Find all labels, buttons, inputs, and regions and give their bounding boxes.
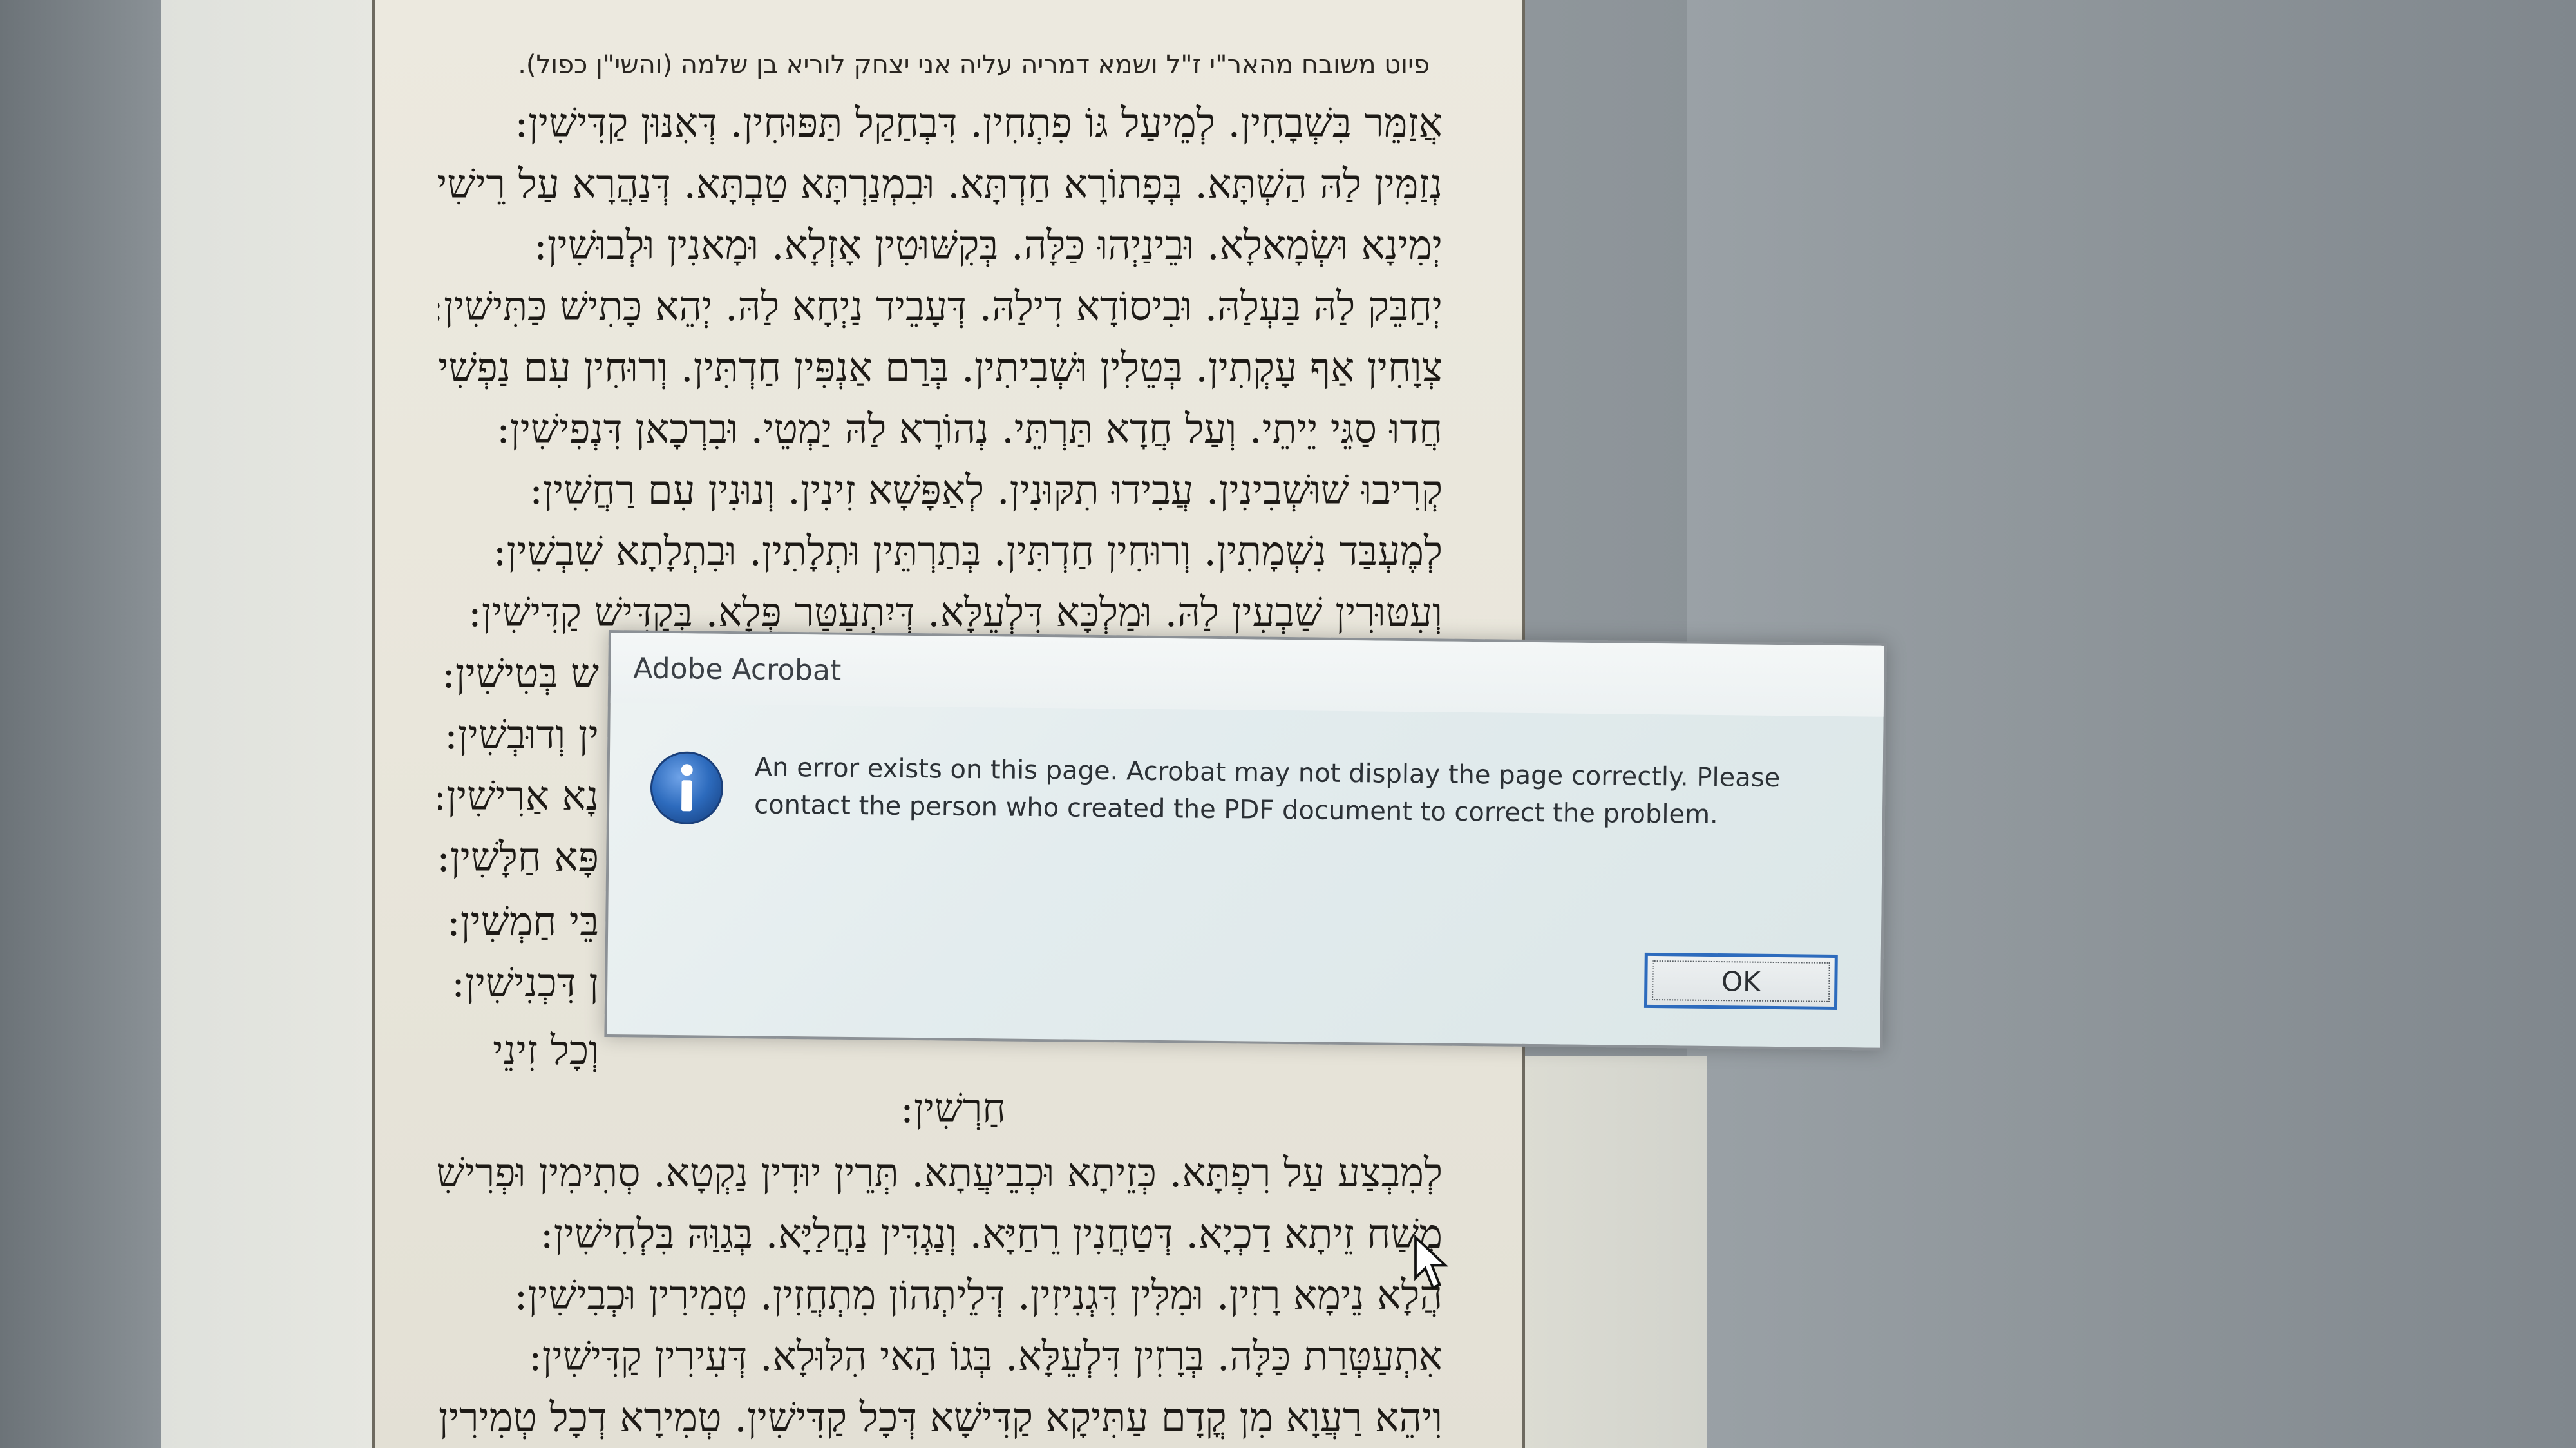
text-line: וְכָל זִינֵי (493, 1031, 599, 1074)
text-line: לְמֶעְבַּד נִשְׁמָתִין. וְרוּחִין חַדְתִ… (493, 531, 1443, 575)
mouse-cursor-icon (1414, 1235, 1449, 1290)
text-line: ן דִּכְנִישִׁין: (451, 963, 599, 1006)
text-line: אֲזַמֵּר בִּשְׁבָחִין. לְמֵיעַל גּוֹ פִת… (515, 103, 1443, 146)
text-line: יְחַבֵּק לַהּ בַּעְלַהּ. וּבִיסוֹדָא דִי… (438, 287, 1443, 330)
text-line: אִתְעַטְּרַת כַּלָּה. בְּרָזִין דִּלְעֵל… (528, 1337, 1443, 1380)
text-line: נְזַמִּין לַהּ הַשְׁתָּא. בְּפָתוֹרָא חַ… (438, 164, 1443, 207)
ok-button[interactable]: OK (1643, 952, 1838, 1011)
text-line: הֲלָא נֵימָא רָזִין. וּמִלִּין דִּגְנִיז… (514, 1275, 1443, 1319)
page-heading: פיוט משובח מהאר"י ז"ל ושמא דמריה עליה אנ… (518, 50, 1430, 80)
text-line: וְעִטּוּרִין שַׁבְעִין לַהּ. וּמַלְכָּא … (468, 593, 1443, 636)
text-line: חֲדוּ סַגֵּי יֵיתֵי. וְעַל חֲדָא תַּרְתֵ… (497, 409, 1443, 452)
text-line: בֵּי חַמְשִׁין: (446, 902, 599, 945)
page-left-strip (161, 0, 374, 1448)
text-line: נָא אַרִישִׁין: (438, 776, 599, 819)
photo-of-screen: פיוט משובח מהאר"י ז"ל ושמא דמריה עליה אנ… (0, 0, 2576, 1448)
text-line: קְרִיבוּ שׁוּשְׁבִינִין. עֲבִידוּ תִקּוּ… (529, 470, 1443, 513)
text-line: יְמִינָא וּשְׂמָאלָא. וּבֵינַיְהוּ כַּלָ… (533, 225, 1443, 269)
text-line: מְשַׁח זֵיתָא דַכְיָא. דְּטַחֲנִין רֵחַי… (540, 1214, 1443, 1257)
text-line: וִיהֵא רַעֲוָא מִן קֳדָם עַתִּיקָא קַדִּ… (438, 1398, 1443, 1441)
next-page-edge (1520, 1056, 1707, 1448)
dialog-titlebar[interactable]: Adobe Acrobat (610, 633, 1884, 717)
text-line: פָּא חַלָּשִׁין: (438, 837, 599, 881)
text-line: לְמִבְצַע עַל רִפְתָּא. כְּזֵיתָא וּכְבֵ… (438, 1153, 1443, 1196)
viewer-left-margin (0, 0, 161, 1448)
error-dialog: Adobe Acrobat An error exists on this pa… (604, 630, 1887, 1051)
dialog-message: An error exists on this page. Acrobat ma… (754, 748, 1837, 835)
info-icon (650, 751, 723, 824)
dialog-title: Adobe Acrobat (633, 652, 842, 687)
text-line: ש בְּטִישִׁין: (441, 654, 599, 697)
text-line: חַרְשִׁין: (900, 1089, 1006, 1132)
text-line: ין וְדוּבְשִׁין: (444, 715, 599, 758)
text-line: צְוָחִין אַף עָקְתִין. בְּטֵלִין וּשְׁבִ… (438, 348, 1443, 391)
